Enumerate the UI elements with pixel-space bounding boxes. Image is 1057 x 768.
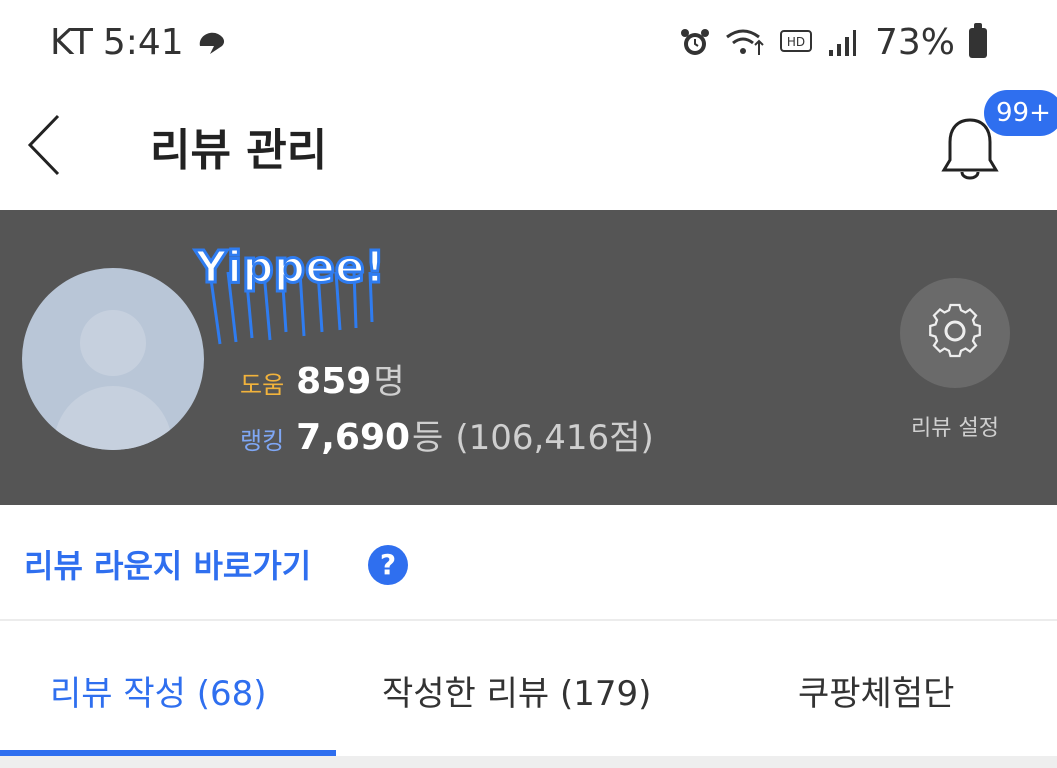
notification-badge: 99+ [984,90,1057,136]
svg-text:HD: HD [787,35,805,49]
avatar-body [54,386,172,450]
rank-score: (106,416점) [455,418,654,458]
page-title: 리뷰 관리 [150,125,328,176]
status-left: KT 5:41 [50,22,230,63]
ranking-row: 랭킹 7,690 등 (106,416점) [240,410,654,459]
battery-percent: 73% [874,22,955,63]
profile-panel: Yippee! 도움 859 명 랭킹 7,690 등 (106,416점) 리… [0,210,1057,505]
clock: 5:41 [102,22,184,63]
tab-write-review[interactable]: 리뷰 작성 (68) [50,666,267,715]
review-lounge-link[interactable]: 리뷰 라운지 바로가기 [24,541,311,587]
chevron-left-icon [27,114,60,176]
rank-unit: 등 [412,418,444,458]
carrier: KT [50,22,93,63]
review-settings-label: 리뷰 설정 [911,416,999,441]
avatar [22,268,204,450]
content-divider [0,756,1057,768]
alarm-icon [680,28,709,55]
rank-label: 랭킹 [240,427,285,455]
help-unit: 명 [373,362,405,402]
avatar-head [80,310,146,376]
help-count-row: 도움 859 명 [240,354,405,403]
app-header: 리뷰 관리 [0,90,1057,210]
back-button[interactable] [20,110,70,180]
help-label: 도움 [240,371,285,399]
battery-icon [969,22,987,58]
review-lounge-section: 리뷰 라운지 바로가기 ? [0,507,1057,621]
tab-written-reviews[interactable]: 작성한 리뷰 (179) [382,666,651,715]
status-bar: KT 5:41 HD 73% [0,0,1057,90]
tab-coupang-trial[interactable]: 쿠팡체험단 [798,666,954,715]
sticker-text: Yippee! [194,242,385,293]
review-tabs: 리뷰 작성 (68) 작성한 리뷰 (179) 쿠팡체험단 [0,622,1057,756]
signal-icon [828,29,856,56]
review-settings-button[interactable] [900,278,1010,388]
question-circle-icon[interactable]: ? [368,545,408,585]
talk-app-icon [199,32,224,54]
rank-value: 7,690 [296,417,411,458]
status-right: HD 73% [679,22,987,63]
gear-icon [929,303,981,358]
yippee-sticker: Yippee! [193,241,386,345]
hd-voice-icon: HD [779,29,812,52]
help-value: 859 [296,361,372,402]
wifi-icon [726,29,764,55]
